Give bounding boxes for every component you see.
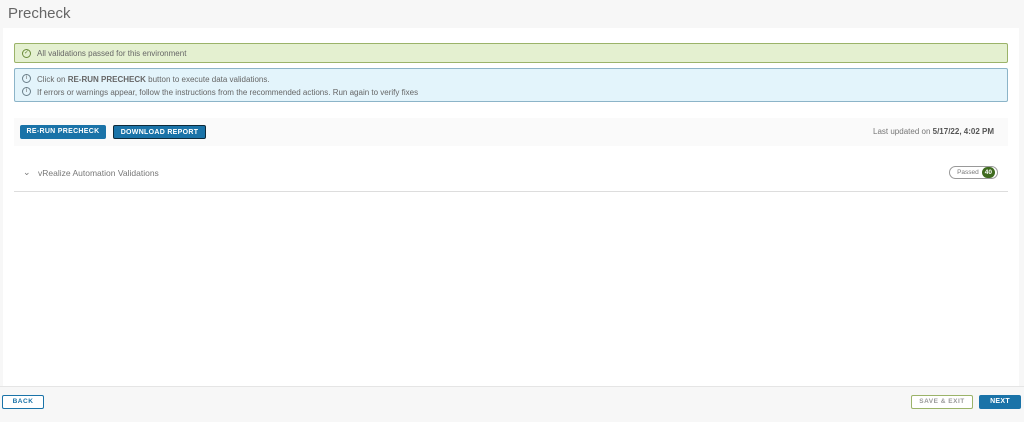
last-updated: Last updated on 5/17/22, 4:02 PM (873, 127, 994, 136)
page-title: Precheck (8, 5, 71, 22)
save-exit-button[interactable]: SAVE & EXIT (911, 395, 973, 409)
success-text: All validations passed for this environm… (37, 49, 187, 58)
info-icon: i (22, 74, 31, 83)
info-text-2: If errors or warnings appear, follow the… (37, 88, 419, 97)
download-report-button[interactable]: DOWNLOAD REPORT (113, 125, 206, 139)
info-alert: i Click on RE-RUN PRECHECK button to exe… (14, 68, 1008, 102)
section-label: vRealize Automation Validations (38, 168, 159, 178)
count-badge: 40 (981, 167, 995, 178)
chevron-down-icon[interactable]: ⌄ (23, 167, 31, 178)
status-badge: Passed 40 (949, 166, 998, 179)
back-button[interactable]: BACK (2, 395, 44, 409)
info-text: button to execute data validations. (145, 75, 270, 84)
info-icon: i (22, 87, 31, 96)
rerun-precheck-button[interactable]: RE-RUN PRECHECK (20, 125, 106, 139)
toolbar: RE-RUN PRECHECK DOWNLOAD REPORT Last upd… (14, 118, 1008, 146)
success-alert: ✓ All validations passed for this enviro… (14, 43, 1008, 63)
check-circle-icon: ✓ (22, 49, 31, 58)
info-text: Click on (37, 75, 68, 84)
info-bold: RE-RUN PRECHECK (67, 75, 146, 84)
validation-section-row[interactable]: ⌄ vRealize Automation Validations Passed… (14, 160, 1008, 192)
footer: BACK SAVE & EXIT NEXT (0, 386, 1024, 422)
next-button[interactable]: NEXT (979, 395, 1021, 409)
